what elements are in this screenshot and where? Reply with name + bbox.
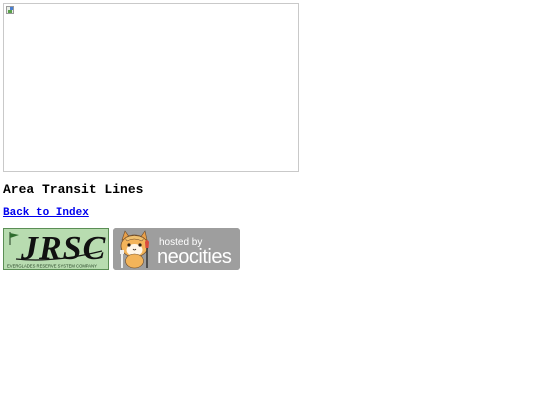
- jrsc-logo: JRSC EVERGLADES RESERVE SYSTEM COMPANY: [4, 229, 108, 269]
- page-title: Area Transit Lines: [3, 182, 144, 197]
- neocities-logo: hosted by neocities: [113, 228, 240, 270]
- back-to-index-link[interactable]: Back to Index: [3, 206, 89, 220]
- broken-image-icon: [6, 6, 14, 14]
- jrsc-subtitle: EVERGLADES RESERVE SYSTEM COMPANY: [7, 264, 97, 269]
- jrsc-logo-text: JRSC: [20, 230, 106, 267]
- jrsc-badge[interactable]: JRSC EVERGLADES RESERVE SYSTEM COMPANY: [3, 228, 109, 270]
- neocities-wordmark: neocities: [157, 246, 232, 268]
- neocities-badge[interactable]: hosted by neocities: [113, 228, 240, 270]
- transit-map-image: [3, 3, 299, 172]
- page: Area Transit Lines Back to Index JRSC EV…: [0, 0, 540, 405]
